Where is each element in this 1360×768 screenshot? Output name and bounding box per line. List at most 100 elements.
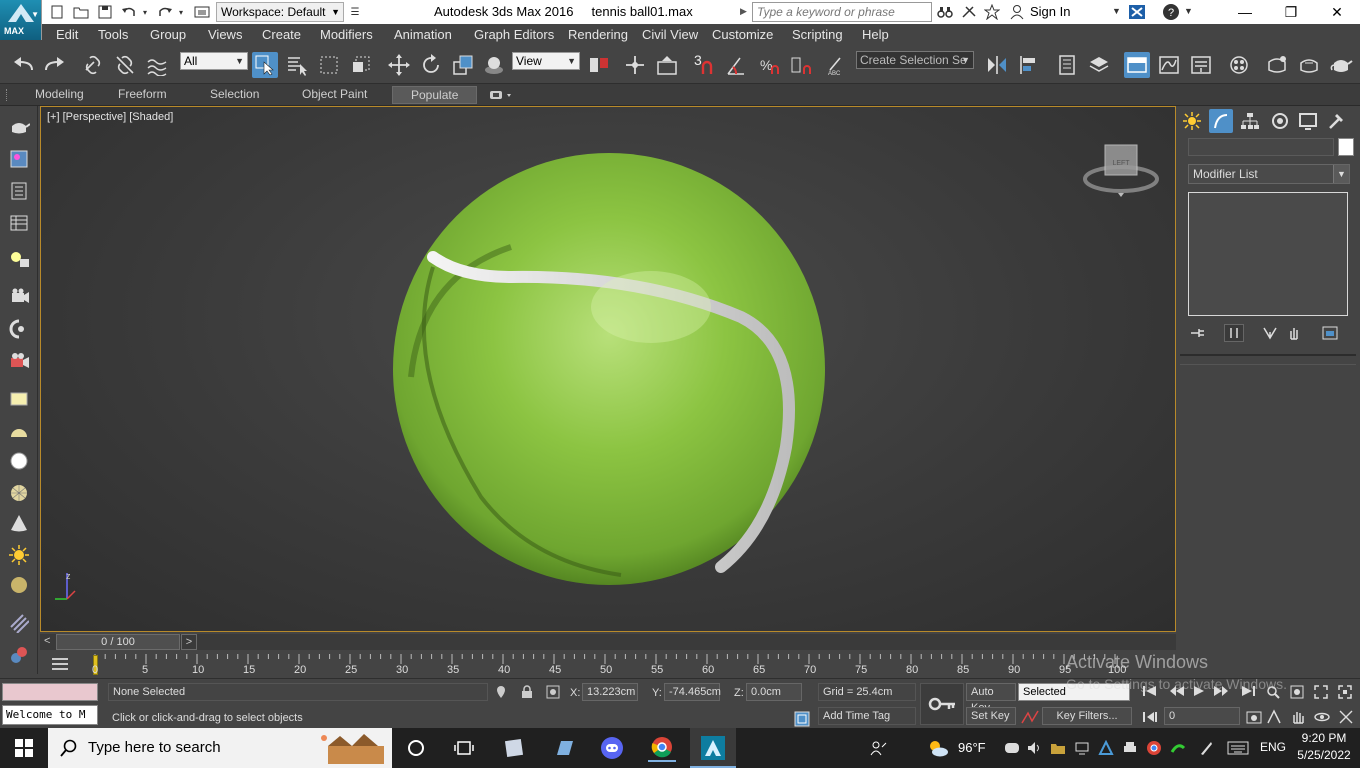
menu-graph-editors[interactable]: Graph Editors [474, 27, 554, 42]
pen-icon[interactable] [1192, 734, 1220, 762]
edit-named-selection-sets-button[interactable]: ABC [824, 52, 850, 78]
menu-help[interactable]: Help [862, 27, 889, 42]
new-file-icon[interactable] [48, 3, 66, 21]
chrome-icon[interactable] [648, 734, 676, 762]
previous-frame-icon[interactable] [1168, 685, 1186, 697]
sun-position-icon[interactable] [6, 318, 32, 340]
workspace-dropdown[interactable]: Workspace: Default ▼ [216, 2, 344, 22]
mirror-button[interactable] [984, 52, 1010, 78]
track-bar[interactable]: 0 5 10 15 20 25 30 35 40 45 50 55 60 65 … [40, 652, 1360, 678]
sign-in-link[interactable]: Sign In [1030, 4, 1070, 19]
customize-quick-access-icon[interactable]: ☰ [346, 3, 364, 21]
maxscript-listener-mini[interactable] [2, 683, 98, 701]
undo-dropdown-icon[interactable]: ▾ [140, 3, 150, 21]
binoculars-icon[interactable] [936, 3, 954, 21]
layer-manager-icon[interactable] [6, 212, 32, 234]
select-and-move-button[interactable] [386, 52, 412, 78]
input-language[interactable]: ENG [1260, 740, 1286, 754]
close-button[interactable]: ✕ [1314, 0, 1360, 24]
toggle-scene-explorer-button[interactable] [1054, 52, 1080, 78]
plane-icon[interactable] [6, 388, 32, 410]
pan-hand-icon[interactable] [1290, 709, 1306, 725]
bind-to-space-warp-button[interactable] [144, 52, 170, 78]
menu-tools[interactable]: Tools [98, 27, 128, 42]
key-tangent-icon[interactable] [1020, 709, 1040, 725]
previous-frame-arrow[interactable]: < [44, 635, 50, 647]
zoom-extents-all-selected-icon[interactable] [1338, 685, 1352, 699]
percent-snap-toggle-button[interactable]: % [756, 52, 782, 78]
scene-explorer-list-icon[interactable] [6, 180, 32, 202]
ribbon-grip[interactable] [6, 89, 9, 101]
select-object-button[interactable] [252, 52, 278, 78]
menu-animation[interactable]: Animation [394, 27, 452, 42]
object-color-swatch[interactable] [1338, 138, 1354, 156]
redo-icon[interactable] [156, 3, 174, 21]
material-sphere-icon[interactable] [6, 574, 32, 596]
windows-start-button[interactable] [10, 734, 38, 762]
camera-icon[interactable] [6, 286, 32, 308]
align-button[interactable] [1016, 52, 1042, 78]
teapot-icon[interactable] [6, 116, 32, 138]
orbit-icon[interactable] [1314, 709, 1330, 725]
x-coord-field[interactable]: 13.223cm [582, 683, 638, 701]
search-expand-icon[interactable]: ▶ [740, 6, 747, 17]
modifier-list-dropdown[interactable]: Modifier List ▼ [1188, 164, 1350, 184]
discord-icon[interactable] [598, 734, 626, 762]
menu-scripting[interactable]: Scripting [792, 27, 843, 42]
set-key-big-button[interactable] [920, 683, 964, 725]
selection-lock-icon[interactable] [520, 685, 534, 699]
exchange-apps-icon[interactable] [1128, 3, 1146, 21]
menu-edit[interactable]: Edit [56, 27, 78, 42]
light-lister-icon[interactable] [6, 248, 32, 270]
menu-group[interactable]: Group [150, 27, 186, 42]
render-setup-button[interactable] [1264, 52, 1290, 78]
toggle-layer-explorer-button[interactable] [1086, 52, 1112, 78]
key-filters-button[interactable]: Key Filters... [1042, 707, 1132, 725]
clock[interactable]: 9:20 PM 5/25/2022 [1296, 730, 1352, 764]
tab-selection[interactable]: Selection [210, 87, 259, 101]
configure-modifier-sets-button[interactable] [1320, 324, 1340, 342]
select-and-place-button[interactable] [482, 52, 508, 78]
select-and-scale-button[interactable] [450, 52, 476, 78]
key-mode-dropdown[interactable]: Selected [1018, 683, 1130, 701]
maximize-viewport-toggle-icon[interactable] [1338, 709, 1354, 725]
ribbon-options-button[interactable] [488, 88, 514, 102]
next-frame-arrow[interactable]: > [181, 634, 197, 650]
favorites-star-icon[interactable] [983, 3, 1001, 21]
reference-coordinate-dropdown[interactable]: View ▼ [512, 52, 580, 70]
toggle-ribbon-button[interactable] [1124, 52, 1150, 78]
geosphere-icon[interactable] [6, 482, 32, 504]
schematic-view-button[interactable] [1188, 52, 1214, 78]
weather-temperature[interactable]: 96°F [958, 740, 986, 755]
time-configuration-icon[interactable] [1246, 709, 1262, 725]
application-menu-button[interactable]: MAX ▼ [0, 0, 42, 40]
3dsmax-taskbar-button[interactable] [690, 728, 736, 768]
motion-tab[interactable] [1268, 109, 1292, 133]
keyboard-icon[interactable] [1224, 734, 1252, 762]
z-coord-field[interactable]: 0.0cm [746, 683, 802, 701]
people-icon[interactable] [864, 734, 892, 762]
y-coord-field[interactable]: -74.465cm [664, 683, 721, 701]
spinner-snap-toggle-button[interactable] [788, 52, 814, 78]
hierarchy-tab[interactable] [1238, 109, 1262, 133]
tab-object-paint[interactable]: Object Paint [302, 87, 367, 101]
menu-customize[interactable]: Customize [712, 27, 773, 42]
cortana-icon[interactable] [402, 734, 430, 762]
menu-modifiers[interactable]: Modifiers [320, 27, 373, 42]
tab-populate[interactable]: Populate [392, 86, 478, 104]
time-slider-thumb[interactable]: 0 / 100 [56, 634, 180, 650]
angle-snap-toggle-button[interactable] [724, 52, 750, 78]
sphere-icon[interactable] [6, 450, 32, 472]
select-and-rotate-button[interactable] [418, 52, 444, 78]
remove-modifier-button[interactable] [1284, 324, 1304, 342]
search-input[interactable]: Type a keyword or phrase [752, 2, 932, 22]
tab-freeform[interactable]: Freeform [118, 87, 167, 101]
minimize-button[interactable]: — [1222, 0, 1268, 24]
cone-icon[interactable] [6, 512, 32, 534]
render-production-button[interactable] [1328, 52, 1354, 78]
object-name-input[interactable] [1188, 138, 1334, 156]
key-mode-toggle-icon[interactable] [1142, 711, 1158, 723]
time-slider[interactable]: < 0 / 100 > [40, 634, 1176, 650]
go-to-end-icon[interactable] [1240, 685, 1256, 697]
zoom-extents-icon[interactable] [1314, 685, 1328, 699]
